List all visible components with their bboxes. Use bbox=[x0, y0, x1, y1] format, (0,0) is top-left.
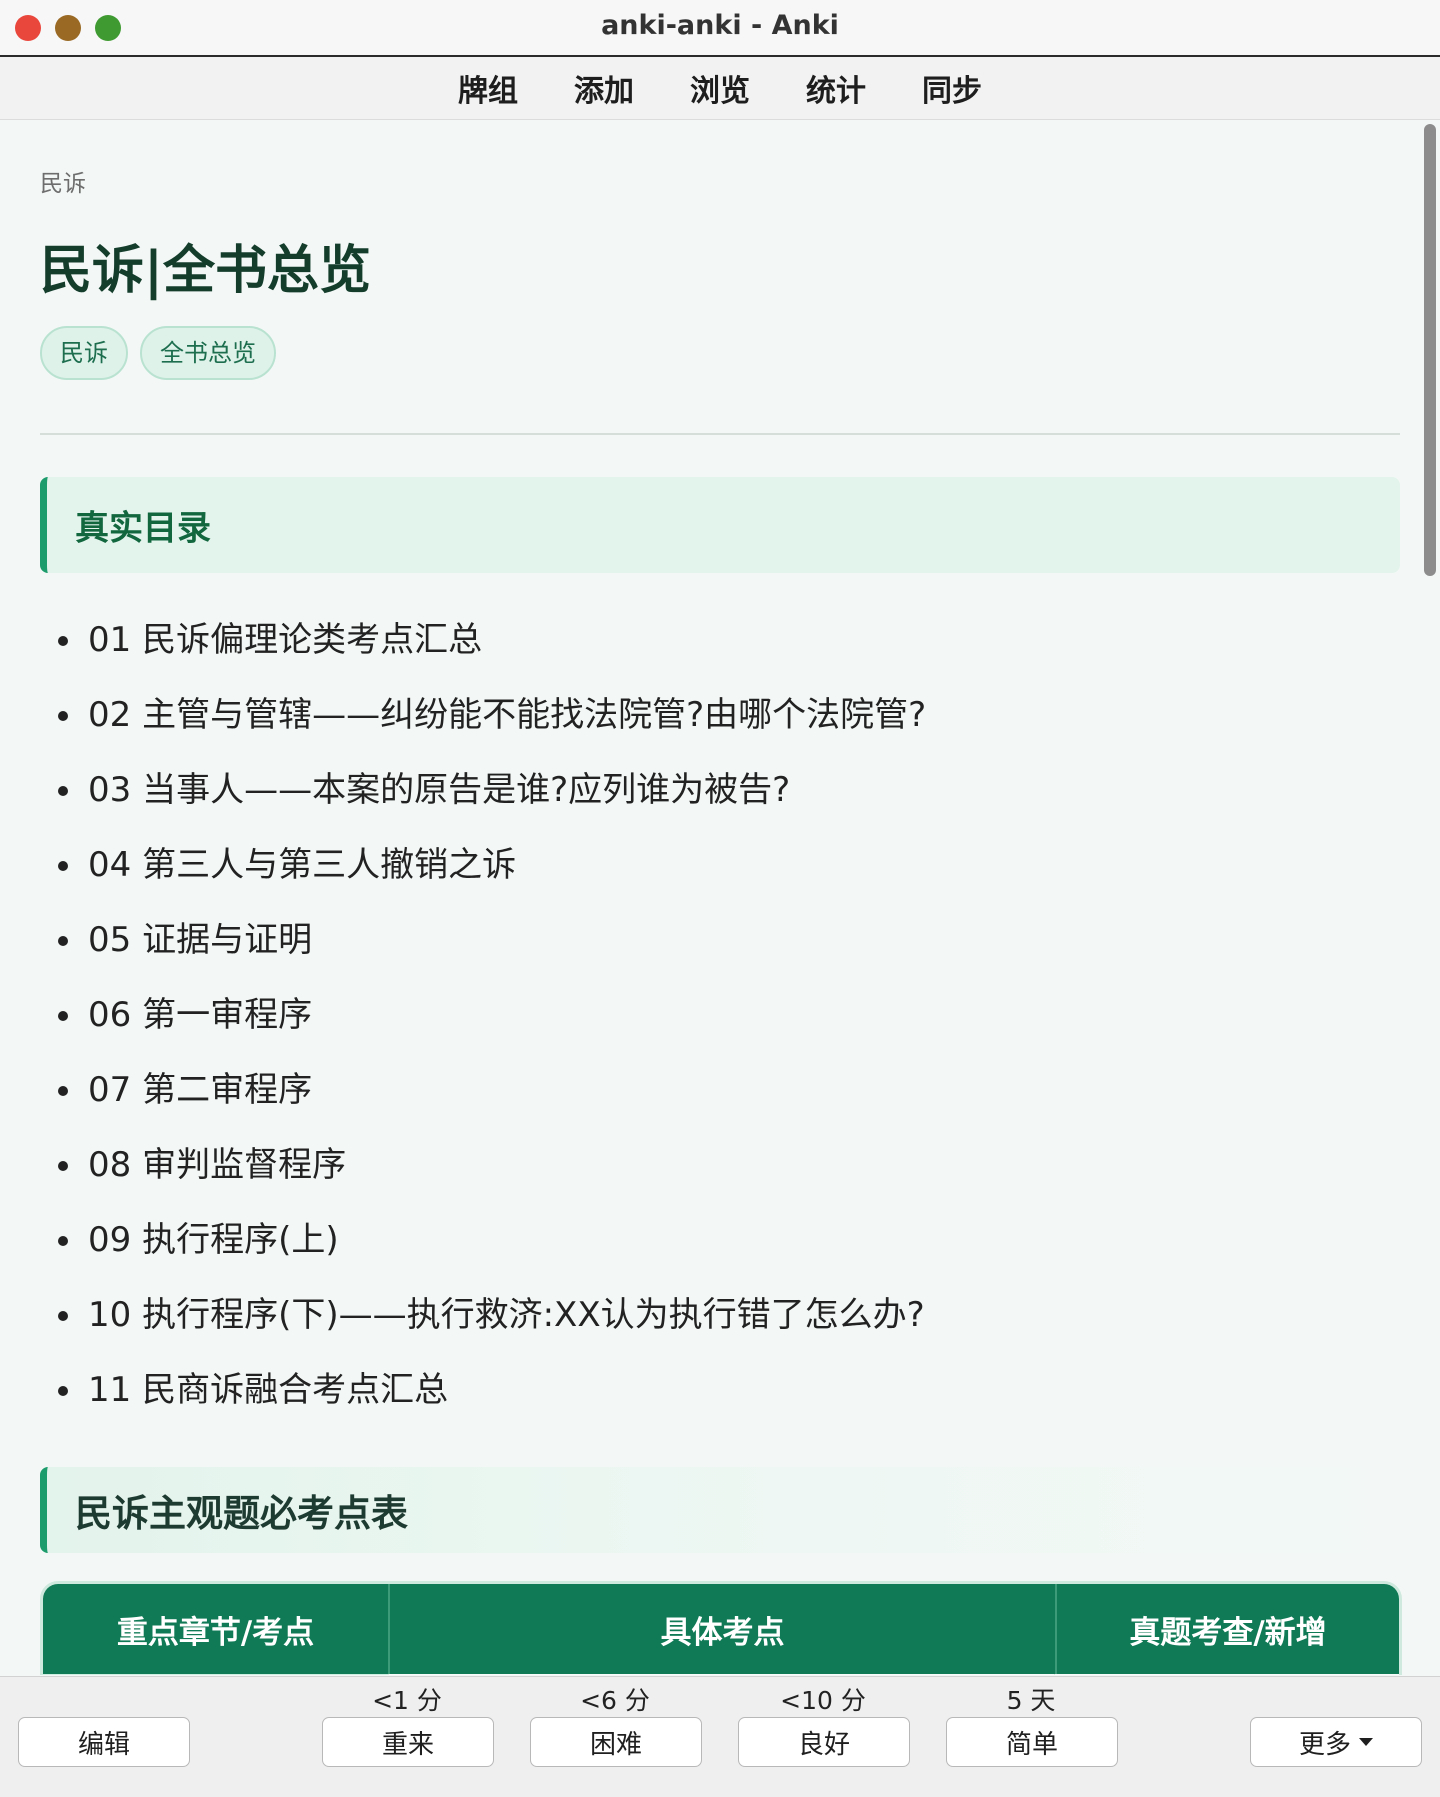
interval-label: <6 分 bbox=[580, 1686, 650, 1715]
table-row bbox=[43, 1674, 1399, 1675]
toc-item: 09 执行程序(上) bbox=[50, 1215, 926, 1290]
toc-item: 04 第三人与第三人撤销之诉 bbox=[50, 840, 926, 915]
toc-item: 08 审判监督程序 bbox=[50, 1140, 926, 1215]
divider bbox=[40, 433, 1400, 435]
toc-item: 07 第二审程序 bbox=[50, 1065, 926, 1140]
vertical-scrollbar[interactable] bbox=[1424, 124, 1436, 576]
section-title: 民诉主观题必考点表 bbox=[75, 1492, 408, 1535]
hard-button[interactable]: 困难 bbox=[530, 1717, 702, 1767]
toolbar-sync[interactable]: 同步 bbox=[922, 66, 982, 110]
edit-button[interactable]: 编辑 bbox=[18, 1717, 190, 1767]
breadcrumb: 民诉 bbox=[40, 171, 86, 197]
card-content: 民诉 民诉|全书总览 民诉 全书总览 真实目录 01 民诉偏理论类考点汇总 02… bbox=[0, 120, 1420, 1675]
toolbar-decks[interactable]: 牌组 bbox=[458, 66, 518, 110]
tag-badge: 全书总览 bbox=[140, 326, 276, 380]
toolbar-add[interactable]: 添加 bbox=[574, 66, 634, 110]
review-bar: 编辑 <1 分 重来 <6 分 困难 <10 分 良好 5 天 简单 更多 bbox=[0, 1676, 1440, 1797]
table-cell bbox=[1054, 1674, 1399, 1675]
main-toolbar: 牌组 添加 浏览 统计 同步 bbox=[0, 57, 1440, 120]
tag-list: 民诉 全书总览 bbox=[40, 326, 276, 380]
caret-down-icon bbox=[1359, 1738, 1373, 1746]
tag-badge: 民诉 bbox=[40, 326, 128, 380]
window-title: anki-anki - Anki bbox=[601, 10, 839, 41]
table-header-cell: 重点章节/考点 bbox=[43, 1584, 390, 1674]
good-button[interactable]: 良好 bbox=[738, 1717, 910, 1767]
section-title: 真实目录 bbox=[75, 508, 211, 549]
toc-item: 06 第一审程序 bbox=[50, 990, 926, 1065]
toc-item: 01 民诉偏理论类考点汇总 bbox=[50, 615, 926, 690]
window-titlebar: anki-anki - Anki bbox=[0, 0, 1440, 57]
toolbar-browse[interactable]: 浏览 bbox=[690, 66, 750, 110]
section-header: 民诉主观题必考点表 bbox=[40, 1467, 1400, 1553]
toc-item: 05 证据与证明 bbox=[50, 915, 926, 990]
interval-label: <1 分 bbox=[372, 1686, 442, 1715]
section-header: 真实目录 bbox=[40, 477, 1400, 573]
interval-label: 5 天 bbox=[1006, 1686, 1056, 1715]
interval-label: <10 分 bbox=[780, 1686, 866, 1715]
table-header-row: 重点章节/考点 具体考点 真题考查/新增 bbox=[43, 1584, 1399, 1674]
more-button[interactable]: 更多 bbox=[1250, 1717, 1422, 1767]
toc-item: 03 当事人——本案的原告是谁?应列谁为被告? bbox=[50, 765, 926, 840]
again-button[interactable]: 重来 bbox=[322, 1717, 494, 1767]
table-header-cell: 真题考查/新增 bbox=[1129, 1614, 1327, 1651]
table-cell bbox=[43, 1674, 388, 1675]
toc-item: 11 民商诉融合考点汇总 bbox=[50, 1365, 926, 1440]
key-points-table: 重点章节/考点 具体考点 真题考查/新增 bbox=[40, 1581, 1402, 1675]
toc-item: 02 主管与管辖——纠纷能不能找法院管?由哪个法院管? bbox=[50, 690, 926, 765]
table-header-cell: 具体考点 bbox=[390, 1584, 1057, 1674]
more-label: 更多 bbox=[1298, 1729, 1351, 1760]
toolbar-stats[interactable]: 统计 bbox=[806, 66, 866, 110]
easy-button[interactable]: 简单 bbox=[946, 1717, 1118, 1767]
card-title: 民诉|全书总览 bbox=[40, 241, 371, 301]
toc-list: 01 民诉偏理论类考点汇总 02 主管与管辖——纠纷能不能找法院管?由哪个法院管… bbox=[50, 615, 926, 1440]
toc-item: 10 执行程序(下)——执行救济:XX认为执行错了怎么办? bbox=[50, 1290, 926, 1365]
table-cell bbox=[388, 1674, 1054, 1675]
